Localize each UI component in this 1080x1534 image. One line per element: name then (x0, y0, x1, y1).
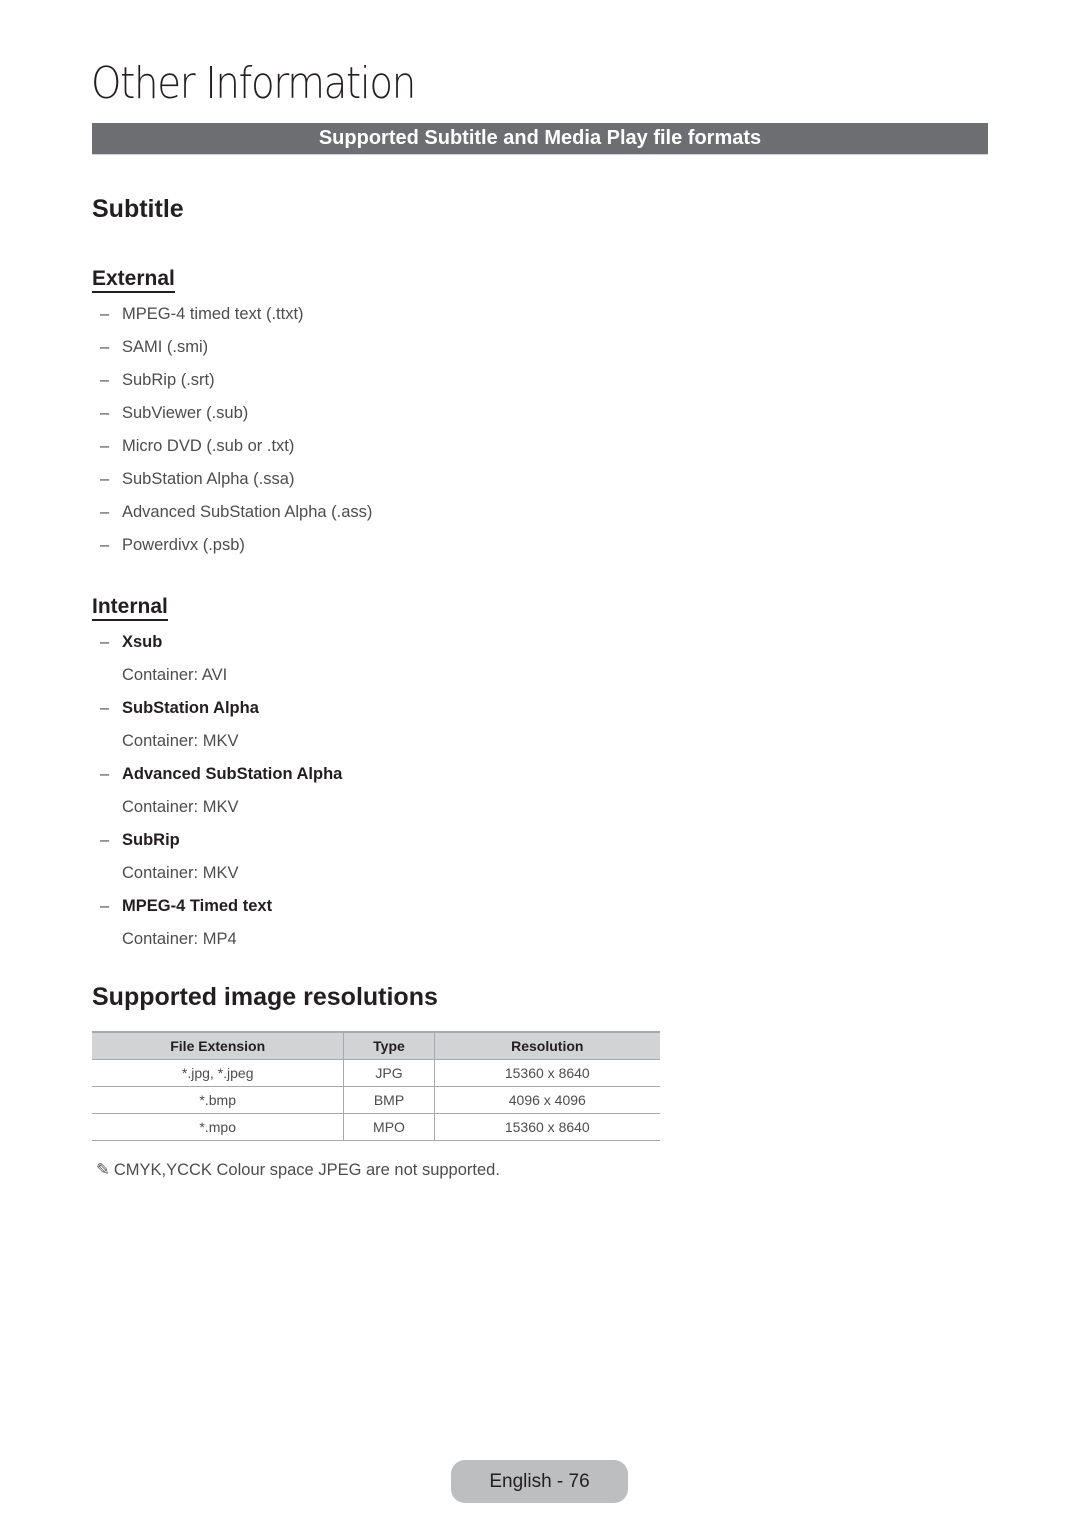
external-heading: External (92, 267, 175, 293)
table-cell: BMP (343, 1086, 435, 1114)
list-item-text: Micro DVD (.sub or .txt) (122, 437, 295, 455)
list-item-text: SubViewer (.sub) (122, 404, 249, 422)
external-format-list: – MPEG-4 timed text (.ttxt) – SAMI (.smi) … (100, 298, 372, 562)
table-row: *.jpg, *.jpeg JPG 15360 x 8640 (92, 1059, 660, 1087)
container-info: Container: AVI (122, 666, 228, 684)
bullet-dash: – (100, 470, 110, 488)
table-cell: *.mpo (92, 1113, 344, 1141)
container-info: Container: MKV (122, 732, 239, 750)
list-item: – SubStation Alpha (.ssa) (100, 463, 372, 496)
bullet-dash: – (100, 338, 110, 356)
list-item: – SubRip (.srt) (100, 364, 372, 397)
table-row: *.bmp BMP 4096 x 4096 (92, 1086, 660, 1114)
bullet-dash: – (100, 699, 110, 717)
image-resolutions-heading: Supported image resolutions (92, 983, 438, 1011)
column-header: Type (343, 1031, 435, 1060)
bullet-dash: – (100, 371, 110, 389)
list-item: – Powerdivx (.psb) (100, 529, 372, 562)
container-info: Container: MKV (122, 798, 239, 816)
format-name: Advanced SubStation Alpha (122, 765, 343, 783)
note: ✎ CMYK,YCCK Colour space JPEG are not sup… (96, 1160, 500, 1180)
list-item: – SubViewer (.sub) (100, 397, 372, 430)
bullet-dash: – (100, 404, 110, 422)
bullet-dash: – (100, 633, 110, 651)
container-info: Container: MKV (122, 864, 239, 882)
table-cell: *.bmp (92, 1086, 344, 1114)
internal-format-list: – Xsub Container: AVI – SubStation Alpha C… (100, 626, 342, 956)
list-item: – SubStation Alpha (100, 692, 342, 725)
container-info: Container: MP4 (122, 930, 237, 948)
table-cell: 15360 x 8640 (433, 1059, 660, 1087)
column-header: File Extension (92, 1031, 344, 1060)
bullet-dash: – (100, 765, 110, 783)
bullet-dash: – (100, 897, 110, 915)
image-resolution-table: File Extension Type Resolution *.jpg, *.… (92, 1031, 660, 1141)
list-item-text: Powerdivx (.psb) (122, 536, 245, 554)
page-number-badge: English - 76 (451, 1460, 628, 1503)
format-name: MPEG-4 Timed text (122, 897, 273, 915)
subtitle-heading: Subtitle (92, 195, 184, 223)
list-item: – SubRip (100, 824, 342, 857)
list-item: – MPEG-4 Timed text (100, 890, 342, 923)
format-name: SubStation Alpha (122, 699, 259, 717)
list-item-text: Advanced SubStation Alpha (.ass) (122, 503, 373, 521)
bullet-dash: – (100, 437, 110, 455)
pencil-icon: ✎ (96, 1161, 110, 1179)
format-name: Xsub (122, 633, 163, 651)
internal-heading: Internal (92, 595, 168, 621)
bullet-dash: – (100, 503, 110, 521)
list-item-text: MPEG-4 timed text (.ttxt) (122, 305, 304, 323)
list-item: – Micro DVD (.sub or .txt) (100, 430, 372, 463)
bullet-dash: – (100, 831, 110, 849)
table-cell: 4096 x 4096 (433, 1086, 660, 1114)
table-cell: 15360 x 8640 (433, 1113, 660, 1141)
table-cell: *.jpg, *.jpeg (92, 1059, 344, 1087)
page-title: Other Information (91, 58, 416, 109)
table-header-row: File Extension Type Resolution (92, 1031, 660, 1060)
list-item: – Advanced SubStation Alpha (100, 758, 342, 791)
list-item-text: SAMI (.smi) (122, 338, 209, 356)
note-text: CMYK,YCCK Colour space JPEG are not supp… (113, 1161, 500, 1179)
section-header-bar: Supported Subtitle and Media Play file f… (92, 123, 988, 155)
table-cell: JPG (343, 1059, 435, 1087)
list-item: – MPEG-4 timed text (.ttxt) (100, 298, 372, 331)
table-cell: MPO (343, 1113, 435, 1141)
list-item-text: SubStation Alpha (.ssa) (122, 470, 295, 488)
list-item: – Advanced SubStation Alpha (.ass) (100, 496, 372, 529)
bullet-dash: – (100, 536, 110, 554)
column-header: Resolution (433, 1031, 660, 1060)
table-row: *.mpo MPO 15360 x 8640 (92, 1113, 660, 1141)
bullet-dash: – (100, 305, 110, 323)
list-item-text: SubRip (.srt) (122, 371, 215, 389)
format-name: SubRip (122, 831, 180, 849)
list-item: – SAMI (.smi) (100, 331, 372, 364)
list-item: – Xsub (100, 626, 342, 659)
